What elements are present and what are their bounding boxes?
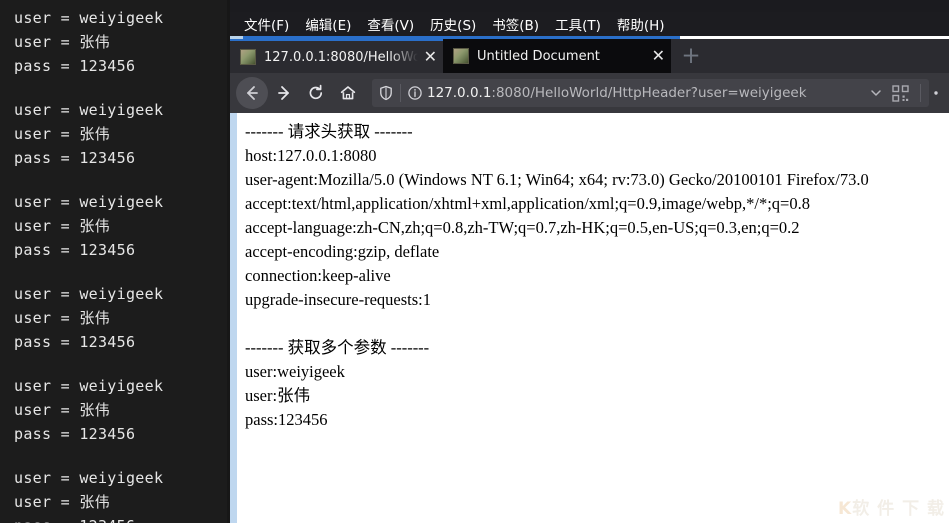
menu-edit[interactable]: 编辑(E) <box>297 14 359 34</box>
console-line: user = 张伟 <box>14 33 110 51</box>
console-output-panel[interactable]: user = weiyigeek user = 张伟 pass = 123456 us… <box>0 0 227 523</box>
tab-favicon-icon <box>240 49 256 65</box>
console-line: user = weiyigeek <box>14 193 164 211</box>
page-line: user:weiyigeek <box>245 362 345 381</box>
page-line: upgrade-insecure-requests:1 <box>245 290 432 309</box>
watermark-logo: K <box>838 499 853 519</box>
page-line: user:张伟 <box>245 386 311 405</box>
console-line: pass = 123456 <box>14 241 136 259</box>
tab-strip-empty-area <box>711 39 949 73</box>
page-line: ------- 获取多个参数 ------- <box>245 338 430 357</box>
page-line: accept-language:zh-CN,zh;q=0.8,zh-TW;q=0… <box>245 218 800 237</box>
menu-bar: 文件(F) 编辑(E) 查看(V) 历史(S) 书签(B) 工具(T) 帮助(H) <box>230 12 949 36</box>
console-panel-border <box>227 0 230 523</box>
shield-icon[interactable] <box>378 85 394 101</box>
page-line: user-agent:Mozilla/5.0 (Windows NT 6.1; … <box>245 170 869 189</box>
watermark-text: 软 件 下 载 <box>852 499 945 519</box>
tab-favicon-icon <box>453 48 469 64</box>
console-line: pass = 123456 <box>14 514 227 523</box>
close-icon[interactable]: ✕ <box>424 49 437 65</box>
page-line: pass:123456 <box>245 410 328 429</box>
page-line: connection:keep-alive <box>245 266 391 285</box>
menu-help[interactable]: 帮助(H) <box>609 14 673 34</box>
console-block: user = weiyigeek user = 张伟 pass = 123456 <box>14 466 227 523</box>
tab-title: 127.0.0.1:8080/HelloWorld/H <box>264 49 418 65</box>
console-line: user = weiyigeek <box>14 101 164 119</box>
http-header-output: ------- 请求头获取 ------- host:127.0.0.1:8080… <box>245 120 949 432</box>
watermark: K软 件 下 载 <box>838 494 945 519</box>
close-icon[interactable]: ✕ <box>652 48 665 64</box>
back-button[interactable] <box>236 77 268 109</box>
navigation-toolbar: 127.0.0.1:8080/HelloWorld/HttpHeader?use… <box>230 73 949 113</box>
console-line: pass = 123456 <box>14 149 136 167</box>
qr-code-icon[interactable] <box>886 84 914 102</box>
console-line: user = weiyigeek <box>14 377 164 395</box>
console-block: user = weiyigeek user = 张伟 pass = 123456 <box>14 282 227 354</box>
page-line: accept:text/html,application/xhtml+xml,a… <box>245 194 810 213</box>
url-bar-divider-right <box>920 84 921 102</box>
reload-icon <box>307 84 325 102</box>
window-title-strip <box>230 0 949 12</box>
menu-tools[interactable]: 工具(T) <box>547 14 609 34</box>
overflow-menu-icon <box>933 85 939 101</box>
console-block: user = weiyigeek user = 张伟 pass = 123456 <box>14 98 227 170</box>
console-text-area: user = weiyigeek user = 张伟 pass = 123456 us… <box>0 0 227 523</box>
page-viewport: ------- 请求头获取 ------- host:127.0.0.1:8080… <box>230 113 949 523</box>
console-block: user = weiyigeek user = 张伟 pass = 123456 <box>14 190 227 262</box>
menu-view[interactable]: 查看(V) <box>359 14 422 34</box>
url-bar[interactable]: 127.0.0.1:8080/HelloWorld/HttpHeader?use… <box>372 79 929 107</box>
url-text: 127.0.0.1:8080/HelloWorld/HttpHeader?use… <box>427 85 866 101</box>
console-line: pass = 123456 <box>14 425 136 443</box>
console-line: pass = 123456 <box>14 333 136 351</box>
tab-strip: 127.0.0.1:8080/HelloWorld/H ✕ Untitled D… <box>230 39 949 73</box>
console-line: user = 张伟 <box>14 401 110 419</box>
page-blank-line <box>245 312 949 336</box>
url-host: 127.0.0.1 <box>427 85 492 101</box>
url-bar-divider <box>400 84 401 102</box>
console-line: user = weiyigeek <box>14 469 164 487</box>
console-line: user = weiyigeek <box>14 9 164 27</box>
console-line: pass = 123456 <box>14 57 136 75</box>
page-line: ------- 请求头获取 ------- <box>245 122 413 141</box>
page-line: host:127.0.0.1:8080 <box>245 146 377 165</box>
overflow-menu-button[interactable] <box>929 77 943 109</box>
page-line: accept-encoding:gzip, deflate <box>245 242 440 261</box>
menu-history[interactable]: 历史(S) <box>422 14 484 34</box>
tab-title: Untitled Document <box>477 48 600 64</box>
console-block: user = weiyigeek user = 张伟 pass = 123456 <box>14 6 227 78</box>
home-icon <box>339 84 357 102</box>
console-line: user = 张伟 <box>14 309 110 327</box>
new-tab-button[interactable]: + <box>671 39 711 73</box>
console-line: user = 张伟 <box>14 493 110 511</box>
firefox-browser-window: 文件(F) 编辑(E) 查看(V) 历史(S) 书签(B) 工具(T) 帮助(H) 127.… <box>230 0 949 523</box>
arrow-left-icon <box>243 84 261 102</box>
browser-tab-active[interactable]: 127.0.0.1:8080/HelloWorld/H ✕ <box>230 39 443 73</box>
home-button[interactable] <box>332 77 364 109</box>
info-circle-icon[interactable] <box>407 85 423 101</box>
page-left-accent-strip <box>230 113 237 523</box>
console-line: user = 张伟 <box>14 125 110 143</box>
menu-file[interactable]: 文件(F) <box>236 14 297 34</box>
browser-tab-inactive[interactable]: Untitled Document ✕ <box>443 39 671 73</box>
console-line: user = weiyigeek <box>14 285 164 303</box>
arrow-right-icon <box>275 84 293 102</box>
chevron-down-icon[interactable] <box>866 86 886 100</box>
forward-button[interactable] <box>268 77 300 109</box>
console-line: user = 张伟 <box>14 217 110 235</box>
url-path: :8080/HelloWorld/HttpHeader?user=weiyige… <box>491 85 807 101</box>
menu-bookmarks[interactable]: 书签(B) <box>484 14 547 34</box>
reload-button[interactable] <box>300 77 332 109</box>
console-block: user = weiyigeek user = 张伟 pass = 123456 <box>14 374 227 446</box>
